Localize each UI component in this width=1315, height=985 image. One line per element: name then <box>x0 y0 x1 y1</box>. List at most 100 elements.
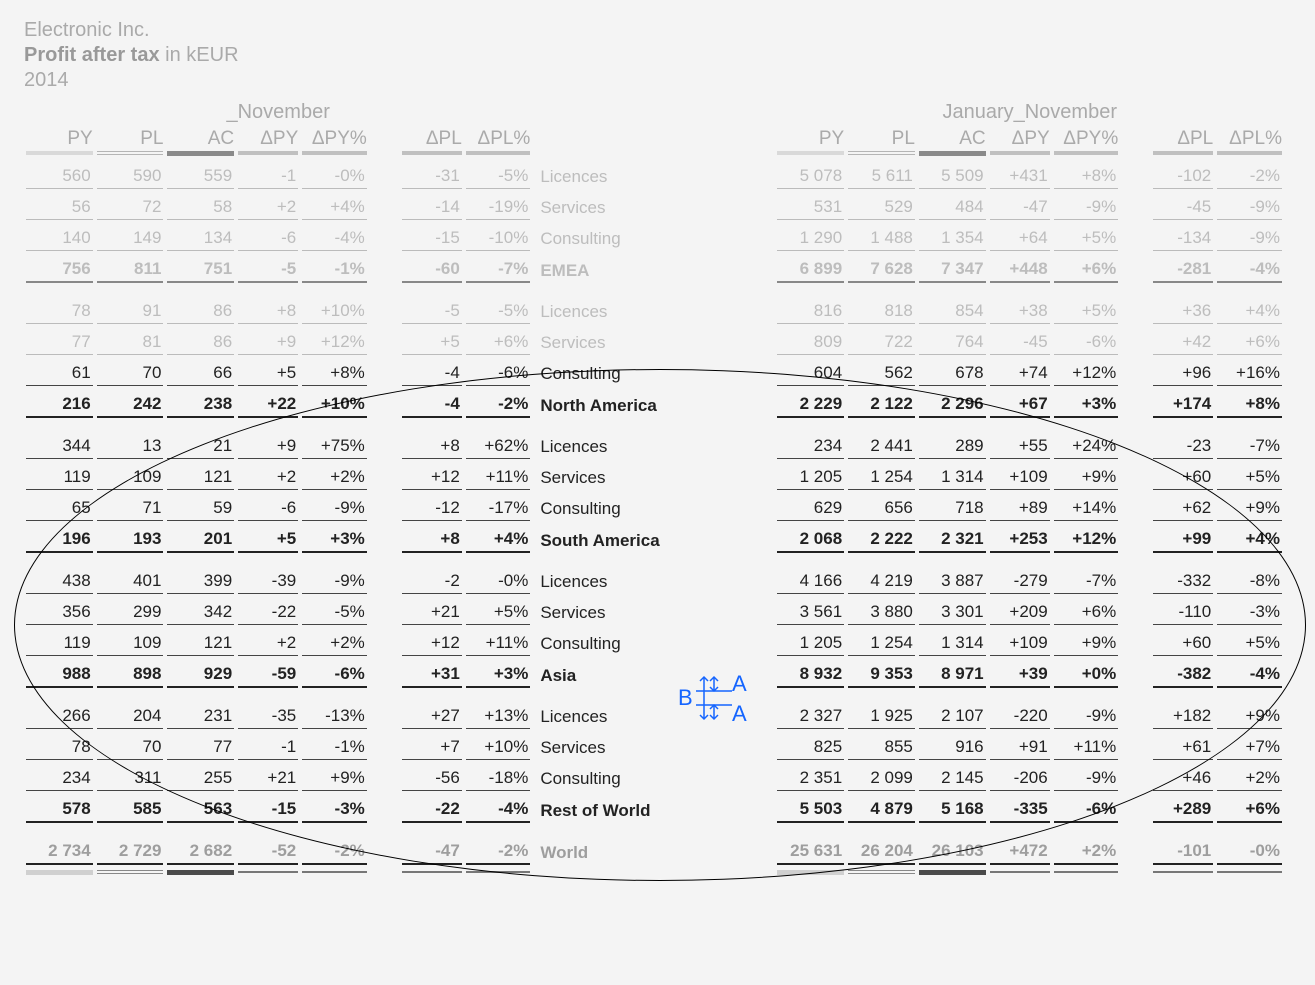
table-cell: 3 880 <box>848 602 915 625</box>
table-row: 657159-6-9%-12-17%Consulting629656718+89… <box>24 494 1284 525</box>
table-cell: +4% <box>466 529 531 553</box>
table-cell: 855 <box>848 737 915 760</box>
table-cell: +5 <box>402 332 462 355</box>
table-cell: -9% <box>1054 706 1119 729</box>
table-cell: 5 168 <box>919 799 986 823</box>
table-cell: 119 <box>26 633 93 656</box>
table-cell: -13% <box>302 706 367 729</box>
table-cell: -6 <box>238 498 298 521</box>
table-cell: +12 <box>402 633 462 656</box>
table-cell: 585 <box>97 799 164 823</box>
table-cell: 56 <box>26 197 93 220</box>
table-cell: 1 290 <box>777 228 844 251</box>
table-cell: 5 078 <box>777 166 844 189</box>
table-cell: -60 <box>402 259 462 283</box>
table-cell: +10% <box>466 737 531 760</box>
table-cell: +2 <box>238 633 298 656</box>
table-cell: 66 <box>167 363 234 386</box>
table-cell: +55 <box>990 436 1050 459</box>
table-row: 756811751-5-1%-60-7%EMEA6 8997 6287 347+… <box>24 255 1284 287</box>
table-cell: +431 <box>990 166 1050 189</box>
table-cell: 2 107 <box>919 706 986 729</box>
row-label: Licences <box>540 707 742 729</box>
table-cell: -9% <box>1054 768 1119 791</box>
table-cell: 238 <box>167 394 234 418</box>
table-cell: 7 347 <box>919 259 986 283</box>
table-cell: 816 <box>777 301 844 324</box>
table-cell: 344 <box>26 436 93 459</box>
table-cell: +5% <box>1054 301 1119 324</box>
table-cell: -9% <box>1054 197 1119 220</box>
row-label: Consulting <box>540 769 742 791</box>
table-cell: 121 <box>167 633 234 656</box>
table-row: 778186+9+12%+5+6%Services809722764-45-6%… <box>24 328 1284 359</box>
table-cell: 216 <box>26 394 93 418</box>
table-cell: +4% <box>1217 529 1282 553</box>
table-cell: +9% <box>302 768 367 791</box>
table-cell: -4% <box>1217 259 1282 283</box>
table-cell: -4 <box>402 394 462 418</box>
table-cell: +67 <box>990 394 1050 418</box>
table-cell: 58 <box>167 197 234 220</box>
table-cell: +8 <box>238 301 298 324</box>
table-cell: -7% <box>1217 436 1282 459</box>
report-table: _November January_November PY PL AC ΔPY … <box>24 101 1284 875</box>
table-cell: 196 <box>26 529 93 553</box>
row-label: Rest of World <box>540 801 742 823</box>
table-cell: 1 354 <box>919 228 986 251</box>
table-cell: 929 <box>167 664 234 688</box>
table-cell: -56 <box>402 768 462 791</box>
table-cell: 1 254 <box>848 633 915 656</box>
table-cell: 2 351 <box>777 768 844 791</box>
table-cell: +289 <box>1153 799 1213 823</box>
table-cell: -15 <box>402 228 462 251</box>
table-cell: +39 <box>990 664 1050 688</box>
col-dpyp-r: ΔPY% <box>1052 126 1121 150</box>
table-cell: +22 <box>238 394 298 418</box>
table-cell: -14 <box>402 197 462 220</box>
table-cell: +6% <box>1217 332 1282 355</box>
table-cell: +2% <box>302 467 367 490</box>
table-cell: +89 <box>990 498 1050 521</box>
table-cell: 1 314 <box>919 633 986 656</box>
table-cell: +11% <box>466 467 531 490</box>
table-cell: +5% <box>1054 228 1119 251</box>
table-cell: +4% <box>302 197 367 220</box>
table-row: 234311255+21+9%-56-18%Consulting2 3512 0… <box>24 764 1284 795</box>
row-label: Services <box>540 738 742 760</box>
table-cell: 916 <box>919 737 986 760</box>
table-cell: -281 <box>1153 259 1213 283</box>
table-cell: +2 <box>238 197 298 220</box>
table-cell: +24% <box>1054 436 1119 459</box>
table-cell: 438 <box>26 571 93 594</box>
table-cell: +62% <box>466 436 531 459</box>
row-label: Licences <box>540 437 742 459</box>
table-cell: 751 <box>167 259 234 283</box>
table-cell: +8 <box>402 436 462 459</box>
table-cell: -0% <box>466 571 531 594</box>
period-left: _November <box>24 101 532 126</box>
table-cell: 255 <box>167 768 234 791</box>
table-cell: 342 <box>167 602 234 625</box>
table-cell: 560 <box>26 166 93 189</box>
table-cell: -45 <box>1153 197 1213 220</box>
col-py-l: PY <box>24 126 95 150</box>
col-dplp-l: ΔPL% <box>464 126 533 150</box>
table-cell: 311 <box>97 768 164 791</box>
row-label: Services <box>540 333 742 355</box>
table-cell: +8% <box>1217 394 1282 418</box>
table-cell: +11% <box>466 633 531 656</box>
table-cell: -332 <box>1153 571 1213 594</box>
table-cell: -47 <box>402 841 462 865</box>
table-cell: +3% <box>466 664 531 688</box>
table-cell: 399 <box>167 571 234 594</box>
table-cell: 718 <box>919 498 986 521</box>
col-ac-r: AC <box>917 126 988 150</box>
company-name: Electronic Inc. <box>24 19 150 41</box>
table-cell: +75% <box>302 436 367 459</box>
table-cell: -382 <box>1153 664 1213 688</box>
report-year: 2014 <box>24 69 69 91</box>
table-cell: 988 <box>26 664 93 688</box>
table-cell: +174 <box>1153 394 1213 418</box>
table-cell: -15 <box>238 799 298 823</box>
